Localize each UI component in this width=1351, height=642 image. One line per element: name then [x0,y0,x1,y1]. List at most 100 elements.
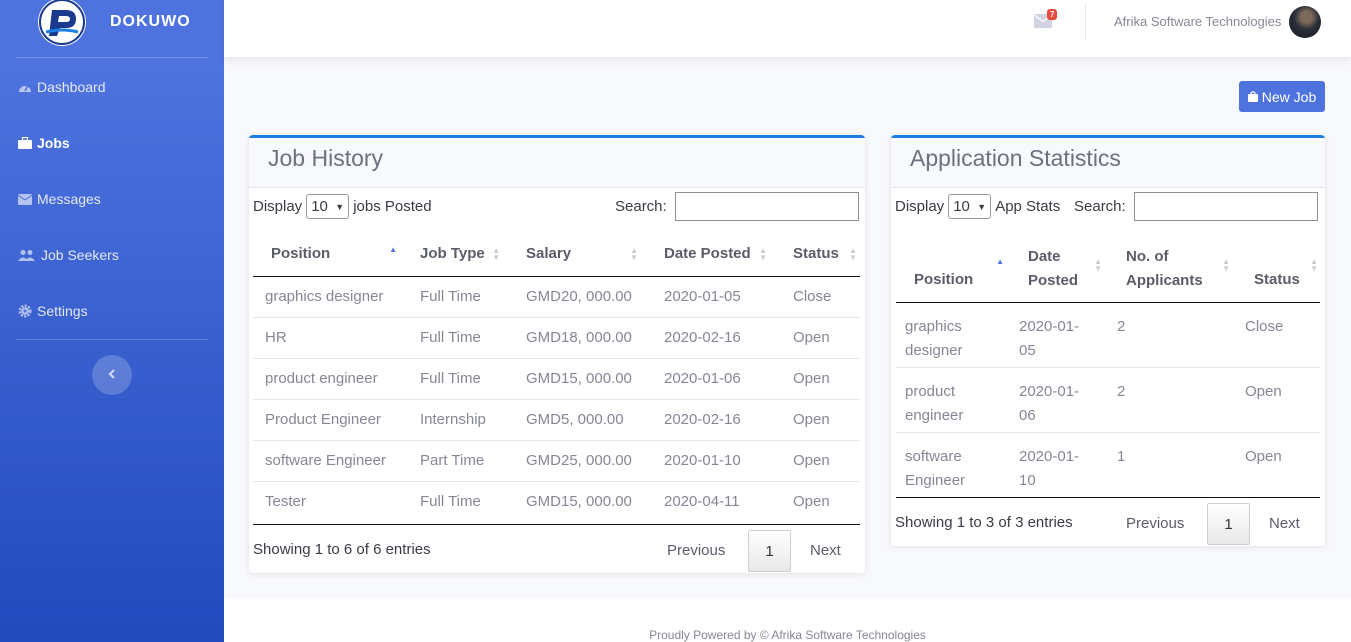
sidebar: DOKUWO Dashboard Jobs Messages Job Seeke… [0,0,224,642]
topbar-divider [1085,4,1086,41]
previous-button[interactable]: Previous [1126,515,1184,532]
avatar[interactable] [1289,6,1321,38]
table-cell: 2020-01-10 [1010,431,1108,497]
column-header-status[interactable]: Status ▲ ▼ [773,232,860,277]
app-stats-length-control: Display 10 ▼ App Stats [895,194,1060,219]
table-row: product engineer Full Time GMD15, 000.00 20… [253,357,860,399]
brand[interactable]: DOKUWO [0,0,224,57]
table-cell: Open [773,316,860,358]
sidebar-item-dashboard[interactable]: Dashboard [0,59,224,115]
table-cell: Open [773,439,860,481]
sidebar-divider [16,339,208,340]
table-cell: 2020-01-05 [664,288,741,305]
sidebar-item-job-seekers[interactable]: Job Seekers [0,227,224,283]
table-cell: product engineer [896,366,1010,432]
page-length-select[interactable]: 10 ▼ [306,194,350,219]
sidebar-item-messages[interactable]: Messages [0,171,224,227]
app-stats-search: Search: [1074,192,1318,221]
message-count-badge: 7 [1047,9,1058,20]
page-length-select[interactable]: 10 ▼ [948,194,992,219]
previous-button[interactable]: Previous [667,542,725,559]
column-label: Status [793,245,839,263]
sort-icon: ▲ ▼ [1094,257,1102,273]
column-header-date-posted[interactable]: Date Posted ▲ ▼ [644,232,773,277]
column-label: No. of Applicants [1126,247,1203,289]
chevron-left-icon [108,366,116,384]
gear-icon [18,304,32,318]
table-cell: GMD20, 000.00 [526,288,632,305]
table-cell: GMD5, 000.00 [506,398,644,440]
column-header-status[interactable]: Status ▲ ▼ [1236,232,1320,303]
column-label: Date Posted [664,245,751,263]
display-label: Display [253,198,303,215]
caret-down-icon: ▼ [977,201,987,212]
application-statistics-card: Application Statistics Display 10 ▼ App … [891,135,1325,546]
page-1-button[interactable]: 1 [1207,503,1250,545]
user-name[interactable]: Afrika Software Technologies [1114,14,1281,29]
table-cell: Tester [253,480,403,522]
table-cell: Open [773,357,860,399]
sidebar-item-jobs[interactable]: Jobs [0,115,224,171]
table-row: software Engineer 2020-01- 10 1 Open [896,431,1320,497]
table-cell: graphics designer [265,288,384,305]
table-cell: 2 [1108,366,1236,432]
table-row: software Engineer Part Time GMD25, 000.00 2… [253,439,860,481]
cell-text: product engineer [905,382,964,424]
sort-icon: ▲ ▼ [849,246,857,262]
shopping-bag-icon [1247,89,1258,105]
new-job-button[interactable]: New Job [1239,81,1325,112]
table-cell: Product Engineer [253,398,403,440]
table-cell: Part Time [403,439,506,481]
sidebar-item-label: Job Seekers [41,247,119,263]
table-cell: GMD25, 000.00 [506,439,644,481]
sort-icon: ▲ [389,245,397,254]
application-statistics-title: Application Statistics [891,138,1325,188]
display-suffix: jobs Posted [353,198,432,215]
table-row: HR Full Time GMD18, 000.00 2020-02-16 Open [253,316,860,358]
cell-text: graphics designer [905,317,963,359]
app-stats-table: Position ▲ Date Posted ▲ ▼ No. of Applicant… [896,232,1320,497]
display-label: Display [895,198,945,215]
brand-logo [38,0,86,46]
footer-text: Proudly Powered by © Afrika Software Tec… [649,628,926,642]
sort-icon: ▲ [996,257,1004,266]
column-header-position[interactable]: Position ▲ [896,232,1010,303]
sidebar-item-settings[interactable]: Settings [0,283,224,339]
briefcase-icon [18,137,32,149]
table-cell: 2 [1108,302,1236,367]
sidebar-toggle-button[interactable] [92,355,132,395]
sort-icon: ▲ ▼ [492,246,500,262]
table-cell: 2020-01-05 [1010,302,1108,367]
table-cell: Internship [403,398,506,440]
table-row: product engineer 2020-01- 06 2 Open [896,366,1320,432]
cell-text: Open [1245,382,1282,400]
page-1-button[interactable]: 1 [748,530,791,572]
column-header-salary[interactable]: Salary ▲ ▼ [506,232,644,277]
search-input[interactable] [674,192,859,221]
next-button[interactable]: Next [810,542,841,559]
next-button[interactable]: Next [1269,515,1300,532]
table-cell: 2020-01-10 [644,439,773,481]
table-cell: Open [1236,366,1320,432]
table-cell: GMD15, 000.00 [506,357,644,399]
page-length-value: 10 [311,198,328,215]
table-bottom-rule [896,497,1320,498]
table-cell: software Engineer [896,431,1010,497]
sort-icon: ▲ ▼ [630,246,638,262]
cell-text: 2020-01- 05 [1019,317,1080,359]
column-header-job-type[interactable]: Job Type ▲ ▼ [403,232,506,277]
job-history-length-control: Display 10 ▼ jobs Posted [253,194,432,219]
topbar: 7 Afrika Software Technologies [224,0,1351,57]
job-history-table: Position ▲ Job Type ▲ ▼ Salary ▲ ▼ Date Poste… [253,232,860,522]
search-input[interactable] [1133,192,1318,221]
column-header-date-posted[interactable]: Date Posted ▲ ▼ [1010,232,1108,303]
column-label: Status [1254,270,1300,288]
new-job-label: New Job [1261,88,1317,105]
job-history-info: Showing 1 to 6 of 6 entries [253,541,431,558]
table-cell: 2020-02-16 [644,316,773,358]
app-stats-info: Showing 1 to 3 of 3 entries [895,514,1073,531]
cell-text: 1 [1117,447,1126,465]
column-header-position[interactable]: Position ▲ [253,232,403,277]
column-header-no-of-applicants[interactable]: No. of Applicants ▲ ▼ [1108,232,1236,303]
column-label: Date Posted [1028,247,1079,289]
